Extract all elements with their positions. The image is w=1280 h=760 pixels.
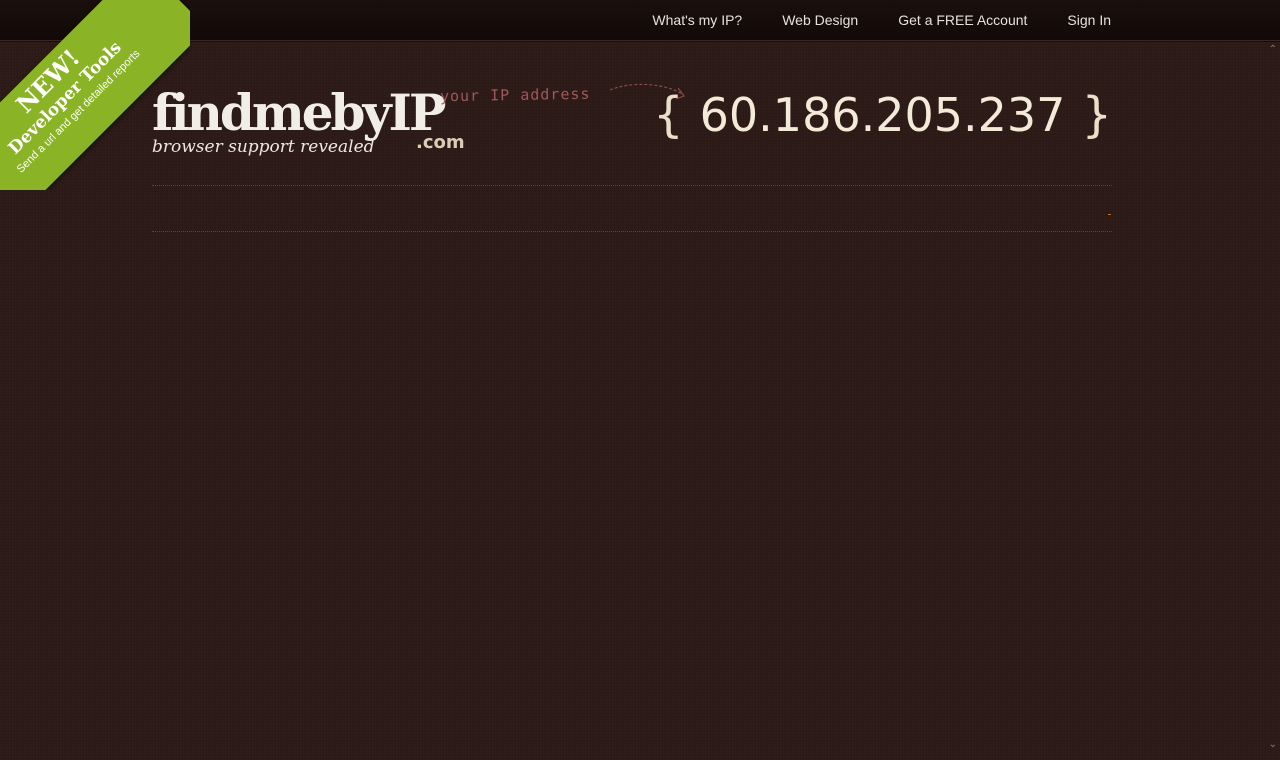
nav-web-design-link[interactable]: Web Design — [782, 12, 858, 28]
close-brace: } — [1081, 87, 1112, 143]
ip-address-display: { 60.186.205.237 } — [653, 84, 1112, 146]
logo-wordmark: findmebyIP — [152, 83, 447, 142]
logo-tld: .com — [416, 132, 465, 153]
ip-address-value: 60.186.205.237 — [699, 88, 1066, 142]
nav-sign-in-link[interactable]: Sign In — [1067, 12, 1111, 28]
developer-tools-ribbon[interactable]: NEW! Developer Tools Send a url and get … — [0, 0, 190, 190]
page-scrollbar[interactable]: ⌃ ⌄ — [1265, 40, 1280, 760]
status-marker — [1108, 214, 1111, 215]
nav-free-account-link[interactable]: Get a FREE Account — [898, 12, 1027, 28]
nav-whats-my-ip-link[interactable]: What's my IP? — [652, 12, 742, 28]
ip-address-annotation: your IP address — [439, 84, 591, 106]
ribbon-banner[interactable]: NEW! Developer Tools Send a url and get … — [0, 0, 190, 190]
site-logo[interactable]: findmebyIP .com browser support revealed — [152, 82, 482, 172]
chevron-up-icon[interactable]: ⌃ — [1269, 44, 1277, 55]
chevron-down-icon[interactable]: ⌄ — [1269, 739, 1277, 750]
top-navigation-bar: What's my IP? Web Design Get a FREE Acco… — [0, 0, 1280, 41]
open-brace: { — [653, 87, 684, 143]
header-divider-bottom — [152, 231, 1112, 232]
header-divider-top — [152, 185, 1112, 186]
main-nav: What's my IP? Web Design Get a FREE Acco… — [652, 0, 1111, 40]
